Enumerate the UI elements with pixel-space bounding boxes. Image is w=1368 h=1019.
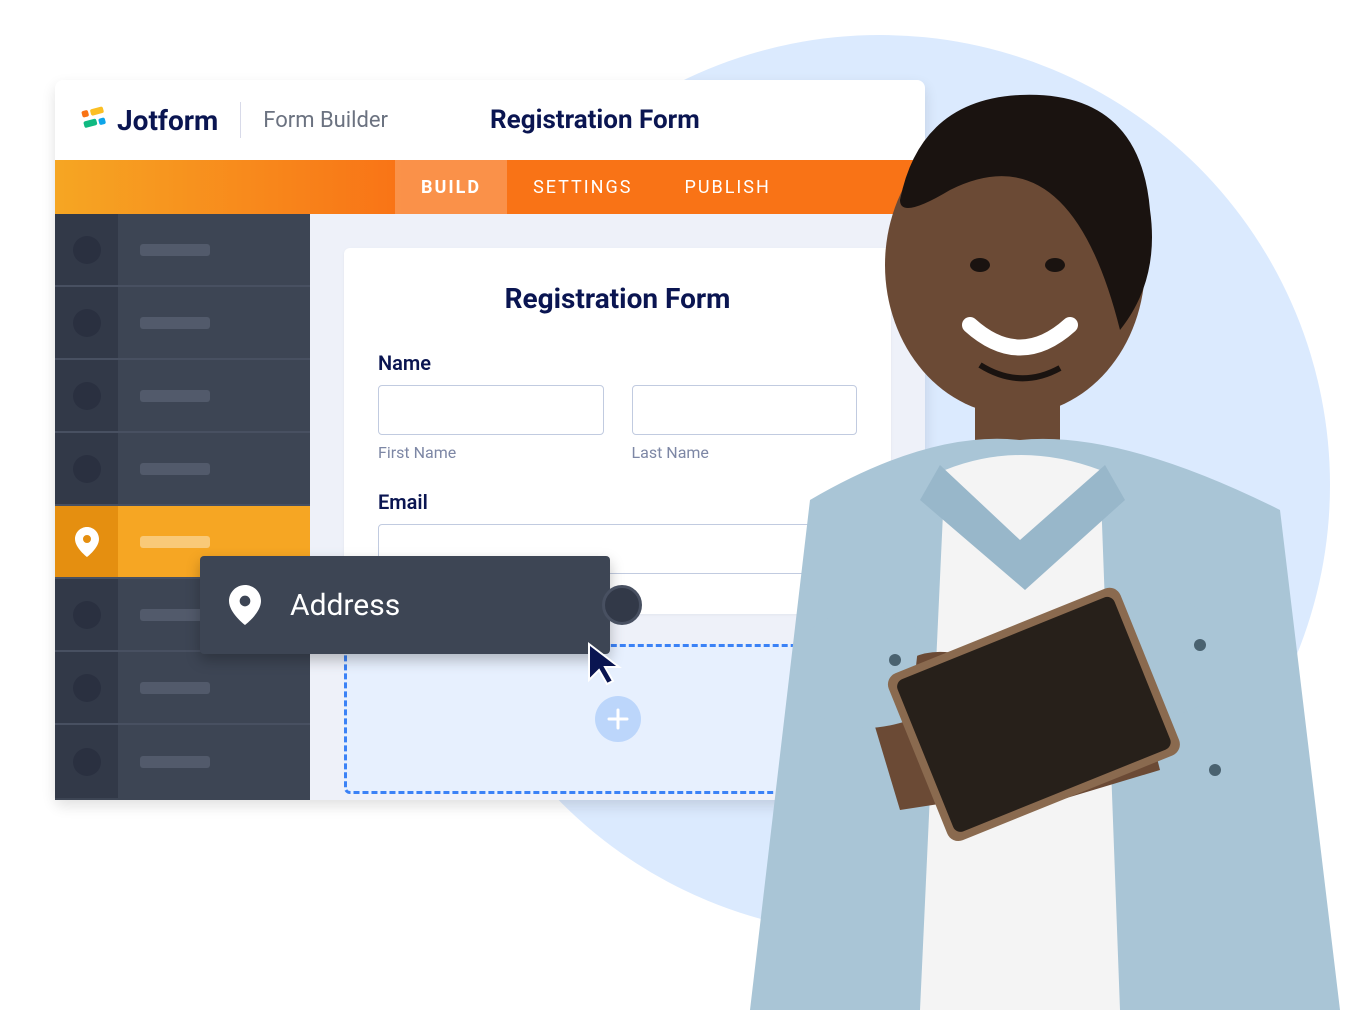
palette-item-icon — [55, 287, 118, 358]
tab-settings[interactable]: SETTINGS — [507, 160, 658, 214]
location-pin-icon — [55, 506, 118, 577]
palette-item-label — [118, 317, 310, 329]
cursor-icon — [585, 640, 629, 692]
palette-item-label — [118, 390, 310, 402]
add-element-icon — [595, 696, 641, 742]
product-name: Form Builder — [263, 108, 388, 133]
palette-item[interactable] — [55, 214, 310, 287]
palette-item-label — [118, 682, 310, 694]
first-name-input[interactable] — [378, 385, 604, 435]
jotform-logo-icon — [79, 105, 109, 135]
brand-logo[interactable]: Jotform — [79, 104, 218, 137]
palette-item[interactable] — [55, 725, 310, 798]
palette-item-icon — [55, 725, 118, 798]
element-palette — [55, 214, 310, 800]
header-divider — [240, 102, 241, 138]
palette-item[interactable] — [55, 360, 310, 433]
palette-item-icon — [55, 433, 118, 504]
first-name-sublabel: First Name — [378, 443, 604, 462]
tab-label: SETTINGS — [533, 177, 632, 198]
palette-item-label — [118, 244, 310, 256]
palette-item-icon — [55, 360, 118, 431]
palette-item-icon — [55, 579, 118, 650]
palette-item[interactable] — [55, 652, 310, 725]
dragging-element-chip[interactable]: Address — [200, 556, 610, 654]
brand-name: Jotform — [117, 104, 218, 137]
palette-item-label — [118, 463, 310, 475]
tab-build[interactable]: BUILD — [395, 160, 507, 214]
palette-item[interactable] — [55, 433, 310, 506]
tab-label: BUILD — [421, 177, 481, 198]
palette-item-icon — [55, 214, 118, 285]
hero-person-image — [720, 70, 1350, 1010]
location-pin-icon — [200, 556, 290, 654]
document-title: Registration Form — [490, 105, 700, 135]
palette-item-label — [118, 536, 310, 548]
palette-item-icon — [55, 652, 118, 723]
palette-item[interactable] — [55, 287, 310, 360]
dragging-element-label: Address — [290, 588, 400, 623]
drag-handle — [602, 585, 642, 625]
palette-item-label — [118, 756, 310, 768]
